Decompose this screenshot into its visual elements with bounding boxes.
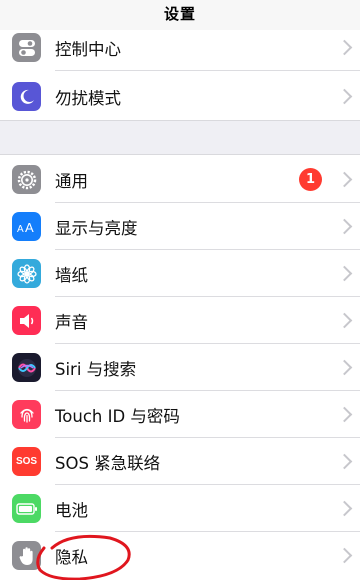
chevron-right-icon xyxy=(336,406,353,423)
sos-icon-text: SOS xyxy=(15,456,38,467)
chevron-right-icon xyxy=(336,500,353,517)
row-label: 控制中心 xyxy=(55,39,121,59)
row-label: 墙纸 xyxy=(55,265,88,285)
chevron-right-icon xyxy=(336,312,353,329)
row-label: 显示与亮度 xyxy=(55,218,138,238)
row-privacy[interactable]: 隐私 xyxy=(0,532,360,579)
row-sounds[interactable]: 声音 xyxy=(0,297,360,344)
row-siri-search[interactable]: Siri 与搜索 xyxy=(0,344,360,391)
row-battery[interactable]: 电池 xyxy=(0,485,360,532)
row-control-center[interactable]: 控制中心 xyxy=(0,24,360,71)
row-display-brightness[interactable]: A A 显示与亮度 xyxy=(0,203,360,250)
flower-icon xyxy=(12,259,41,288)
page-title: 设置 xyxy=(163,4,196,23)
row-do-not-disturb[interactable]: 勿扰模式 xyxy=(0,73,360,120)
chevron-right-icon xyxy=(336,359,353,376)
row-label: 通用 xyxy=(55,171,88,191)
chevron-right-icon xyxy=(336,453,353,470)
row-touch-id-passcode[interactable]: Touch ID 与密码 xyxy=(0,391,360,438)
settings-group-1: 控制中心 勿扰模式 xyxy=(0,30,360,121)
chevron-right-icon xyxy=(336,265,353,282)
row-label: 电池 xyxy=(55,500,88,520)
row-label: 隐私 xyxy=(55,547,88,567)
row-label: 勿扰模式 xyxy=(55,88,121,108)
row-label: Touch ID 与密码 xyxy=(55,406,180,426)
hand-icon xyxy=(12,541,41,570)
chevron-right-icon xyxy=(336,39,353,56)
row-wallpaper[interactable]: 墙纸 xyxy=(0,250,360,297)
settings-group-2: 通用 1 A A 显示与亮度 墙纸 声音 Siri 与搜索 Touch ID 与… xyxy=(0,154,360,581)
notification-badge: 1 xyxy=(299,168,322,191)
control-center-icon xyxy=(12,33,41,62)
row-label: 声音 xyxy=(55,312,88,332)
chevron-right-icon xyxy=(336,171,353,188)
moon-icon xyxy=(12,82,41,111)
row-general[interactable]: 通用 1 xyxy=(0,156,360,203)
row-emergency-sos[interactable]: SOS SOS 紧急联络 xyxy=(0,438,360,485)
svg-text:A: A xyxy=(25,220,34,234)
row-label: SOS 紧急联络 xyxy=(55,453,161,473)
sos-icon: SOS xyxy=(12,447,41,476)
speaker-icon xyxy=(12,306,41,335)
battery-icon xyxy=(12,494,41,523)
gear-icon xyxy=(12,165,41,194)
fingerprint-icon xyxy=(12,400,41,429)
svg-text:A: A xyxy=(17,224,24,234)
row-label: Siri 与搜索 xyxy=(55,359,137,379)
chevron-right-icon xyxy=(336,88,353,105)
chevron-right-icon xyxy=(336,547,353,564)
chevron-right-icon xyxy=(336,218,353,235)
siri-icon xyxy=(12,353,41,382)
text-size-icon: A A xyxy=(12,212,41,241)
